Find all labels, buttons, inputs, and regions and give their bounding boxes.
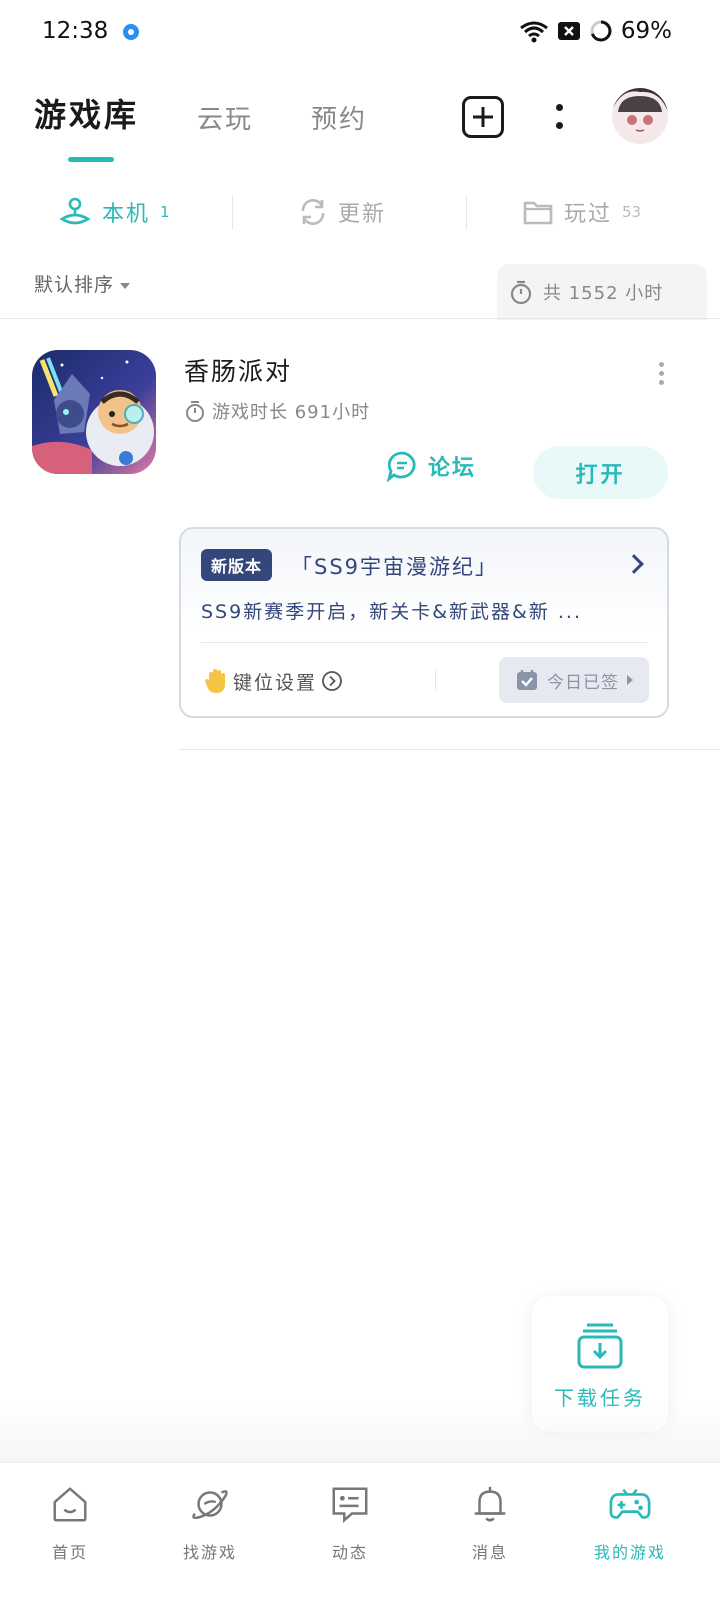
forum-label: 论坛 [428,456,477,481]
tab-cloud-play[interactable]: 云玩 [197,99,253,136]
checkin-label: 今日已签 [547,672,619,693]
chevron-right-icon[interactable] [624,554,644,574]
bell-icon [474,1486,506,1522]
battery-ring-icon [590,20,612,42]
planet-icon [192,1490,228,1520]
filter-divider [232,196,233,230]
gamepad-icon [609,1488,651,1519]
new-version-badge: 新版本 [201,549,273,581]
message-icon [332,1487,368,1523]
nav-feed-label: 动态 [331,1543,368,1562]
download-tray-icon [577,1323,623,1369]
total-playtime-box: 共 1552 小时 [497,264,707,320]
sort-label: 默认排序 [34,274,115,296]
active-tab-indicator [68,157,114,162]
bottom-fade [0,1400,720,1462]
game-more-button[interactable] [656,362,668,386]
calendar-check-icon [517,670,537,690]
dot-icon [556,122,563,129]
forum-chat-icon [386,451,416,482]
joystick-icon [59,197,91,225]
dot-icon [659,371,664,376]
tab-game-library[interactable]: 游戏库 [34,90,139,136]
avatar[interactable] [612,88,668,144]
filter-update-label: 更新 [338,202,387,227]
top-tabs: 游戏库 云玩 预约 [34,90,425,136]
game-app-icon[interactable] [32,350,156,474]
new-version-card[interactable]: 新版本 「SS9宇宙漫游纪」 SS9新赛季开启，新关卡&新武器&新 ... 键位… [179,527,669,718]
status-indicators: 69% [519,18,672,44]
nav-feed[interactable]: 动态 [280,1463,420,1563]
game-playtime-label: 游戏时长 691小时 [212,402,371,423]
stopwatch-icon [510,280,532,305]
filter-played[interactable]: 玩过 53 [522,190,641,234]
filter-row: 本机 1 更新 玩过 53 [0,190,720,234]
sim-off-icon [557,22,580,40]
folder-icon [523,201,553,225]
dot-icon [556,104,563,111]
nav-find-games-label: 找游戏 [182,1543,237,1562]
news-divider [201,642,647,643]
sausage-party-game-icon [32,350,156,474]
dot-icon [659,380,664,385]
wifi-icon [519,21,548,43]
nav-my-games-label: 我的游戏 [593,1543,666,1562]
avatar-face-icon [612,88,668,144]
filter-local-label: 本机 [102,202,151,227]
news-description: SS9新赛季开启，新关卡&新武器&新 ... [201,601,583,623]
status-bar: 12:38 69% [0,0,720,66]
sort-dropdown[interactable]: 默认排序 [34,270,131,297]
dot-icon [659,362,664,367]
filter-update[interactable]: 更新 [298,190,396,234]
notification-dot-icon [123,24,139,40]
circle-arrow-right-icon [322,671,342,691]
filter-local-count: 1 [160,203,170,221]
battery-percent: 69% [620,18,672,44]
filter-played-count: 53 [622,203,642,221]
news-title: 「SS9宇宙漫游纪」 [291,555,499,579]
open-game-button[interactable]: 打开 [533,446,668,499]
nav-find-games[interactable]: 找游戏 [140,1463,280,1563]
checkin-button[interactable]: 今日已签 [499,657,649,703]
filter-played-label: 玩过 [564,202,613,227]
stopwatch-icon [186,401,204,422]
nav-my-games[interactable]: 我的游戏 [560,1463,700,1563]
status-time: 12:38 [42,18,109,44]
list-divider [179,749,720,750]
hand-icon [205,669,225,693]
nav-messages[interactable]: 消息 [420,1463,560,1563]
nav-messages-label: 消息 [471,1543,508,1562]
section-divider [0,318,720,319]
caret-down-icon [120,282,131,289]
key-setting-label: 键位设置 [233,671,318,694]
key-setting-link[interactable]: 键位设置 [203,667,343,695]
tab-reservation[interactable]: 预约 [311,99,367,136]
refresh-icon [301,199,325,225]
bottom-navigation: 首页 找游戏 动态 消息 我的游戏 [0,1462,720,1612]
plus-icon [473,107,493,127]
filter-divider [466,196,467,230]
more-options-button[interactable] [548,100,572,134]
game-name[interactable]: 香肠派对 [184,352,292,388]
nav-home-label: 首页 [51,1543,88,1562]
add-game-button[interactable] [462,96,504,138]
news-separator [435,669,436,691]
forum-button[interactable]: 论坛 [386,450,476,482]
total-playtime-label: 共 1552 小时 [543,283,664,304]
caret-right-icon [627,675,633,685]
filter-local[interactable]: 本机 1 [58,190,170,234]
home-icon [53,1487,87,1522]
game-playtime: 游戏时长 691小时 [184,398,370,424]
nav-home[interactable]: 首页 [0,1463,140,1563]
